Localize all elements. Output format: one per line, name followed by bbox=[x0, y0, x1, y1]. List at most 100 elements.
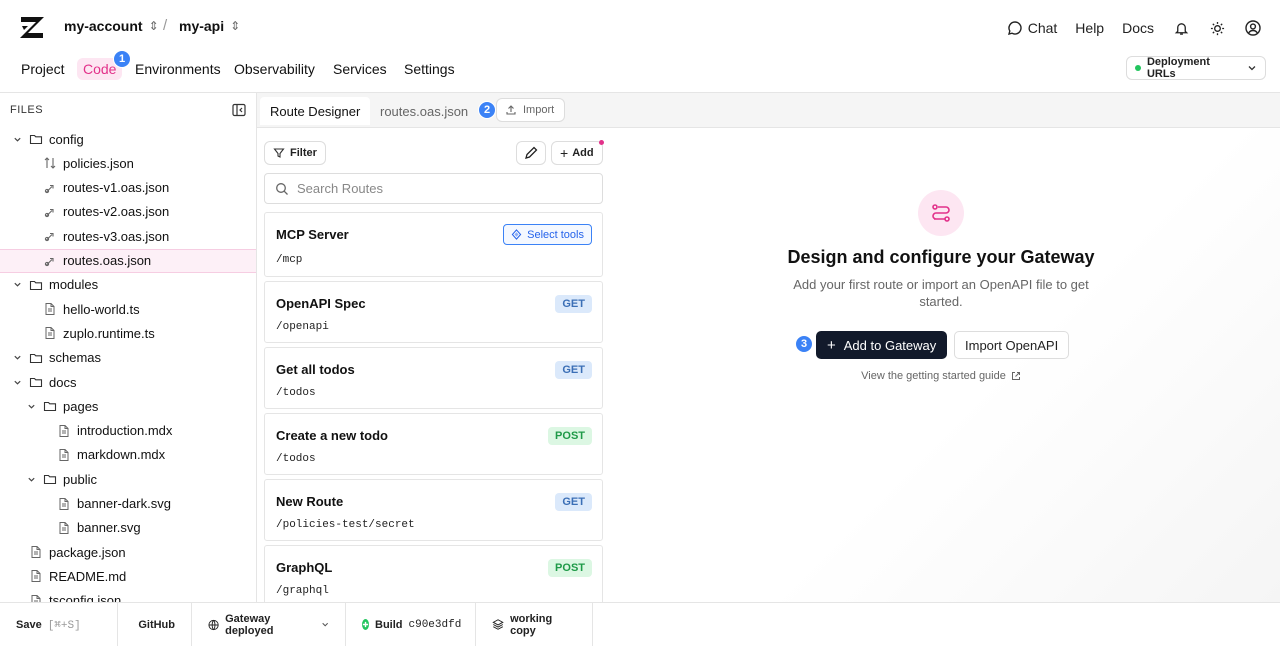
tree-item-label: banner.svg bbox=[77, 520, 141, 536]
method-badge: POST bbox=[548, 559, 592, 577]
api-switcher[interactable]: my-api ⇕ bbox=[179, 18, 240, 34]
tree-file[interactable]: tsconfig.json bbox=[0, 589, 256, 602]
tree-file[interactable]: hello-world.ts bbox=[0, 297, 256, 321]
tree-folder[interactable]: docs bbox=[0, 370, 256, 394]
tree-folder[interactable]: modules bbox=[0, 273, 256, 297]
zuplo-logo-icon[interactable] bbox=[18, 14, 48, 42]
policy-file-icon bbox=[43, 156, 57, 170]
account-switcher[interactable]: my-account ⇕ bbox=[64, 18, 159, 34]
tree-item-label: markdown.mdx bbox=[77, 447, 166, 463]
tree-item-label: package.json bbox=[49, 544, 126, 560]
chevron-down-icon[interactable] bbox=[11, 378, 23, 387]
working-copy-button[interactable]: working copy bbox=[476, 602, 593, 646]
gateway-status-label: Gateway deployed bbox=[225, 612, 274, 637]
select-tools-label: Select tools bbox=[527, 228, 584, 241]
tree-file[interactable]: banner-dark.svg bbox=[0, 492, 256, 516]
route-name: MCP Server bbox=[276, 227, 349, 242]
route-card[interactable]: OpenAPI Spec/openapi GET bbox=[264, 281, 603, 343]
deployment-urls-button[interactable]: Deployment URLs bbox=[1126, 56, 1266, 80]
bell-icon[interactable] bbox=[1172, 19, 1190, 37]
chevron-down-icon[interactable] bbox=[11, 353, 23, 362]
top-right-actions: Chat Help Docs bbox=[1007, 14, 1262, 42]
tree-file[interactable]: README.md bbox=[0, 564, 256, 588]
tab-settings[interactable]: Settings bbox=[398, 58, 461, 80]
tab-routes-oas-json[interactable]: routes.oas.json bbox=[370, 97, 478, 125]
globe-icon bbox=[208, 619, 219, 630]
method-badge: POST bbox=[548, 427, 592, 445]
route-card[interactable]: New Route/policies-test/secret GET bbox=[264, 479, 603, 541]
tab-environments[interactable]: Environments bbox=[129, 58, 227, 80]
tree-file[interactable]: markdown.mdx bbox=[0, 443, 256, 467]
add-to-gateway-button[interactable]: + Add to Gateway bbox=[816, 331, 948, 359]
import-button[interactable]: Import bbox=[496, 98, 566, 122]
route-card[interactable]: Create a new todo/todos POST bbox=[264, 413, 603, 475]
build-status[interactable]: Build c90e3dfd bbox=[346, 602, 476, 646]
chat-label: Chat bbox=[1027, 20, 1058, 36]
route-card[interactable]: GraphQL/graphql POST bbox=[264, 545, 603, 602]
tree-file[interactable]: introduction.mdx bbox=[0, 419, 256, 443]
build-label: Build bbox=[375, 618, 403, 631]
sidebar-collapse-icon[interactable] bbox=[232, 103, 246, 117]
chevron-updown-icon: ⇕ bbox=[148, 19, 159, 33]
route-name: GraphQL bbox=[276, 560, 333, 575]
chevron-down-icon[interactable] bbox=[11, 135, 23, 144]
layers-icon bbox=[492, 619, 504, 630]
route-card[interactable]: Get all todos/todos GET bbox=[264, 347, 603, 409]
chat-button[interactable]: Chat bbox=[1007, 20, 1058, 36]
route-card[interactable]: MCP Server/mcp Select tools bbox=[264, 212, 603, 277]
tree-item-label: hello-world.ts bbox=[63, 301, 140, 317]
user-avatar-icon[interactable] bbox=[1244, 19, 1262, 37]
tree-file[interactable]: banner.svg bbox=[0, 516, 256, 540]
tree-file[interactable]: routes-v3.oas.json bbox=[0, 224, 256, 248]
tab-project[interactable]: Project bbox=[15, 58, 71, 80]
chevron-down-icon bbox=[1248, 66, 1256, 71]
route-file-icon bbox=[43, 254, 57, 268]
sun-icon[interactable] bbox=[1208, 19, 1226, 37]
tab-services[interactable]: Services bbox=[327, 58, 393, 80]
file-icon bbox=[43, 302, 57, 316]
search-routes-input[interactable]: Search Routes bbox=[264, 173, 603, 204]
tree-file[interactable]: routes.oas.json bbox=[0, 248, 256, 273]
tools-icon bbox=[511, 229, 522, 240]
route-file-icon bbox=[43, 181, 57, 195]
plus-icon: + bbox=[827, 336, 836, 354]
tree-file[interactable]: policies.json bbox=[0, 151, 256, 175]
import-label: Import bbox=[523, 104, 555, 116]
filter-button[interactable]: Filter bbox=[264, 141, 326, 165]
select-tools-button[interactable]: Select tools bbox=[503, 224, 592, 245]
chevron-down-icon[interactable] bbox=[11, 280, 23, 289]
add-to-gateway-label: Add to Gateway bbox=[843, 337, 937, 353]
getting-started-link[interactable]: View the getting started guide bbox=[612, 370, 1270, 382]
getting-started-label: View the getting started guide bbox=[861, 370, 1006, 382]
tree-file[interactable]: routes-v1.oas.json bbox=[0, 176, 256, 200]
chevron-down-icon[interactable] bbox=[25, 475, 37, 484]
route-name: Create a new todo bbox=[276, 428, 388, 443]
tree-folder[interactable]: schemas bbox=[0, 346, 256, 370]
tree-file[interactable]: zuplo.runtime.ts bbox=[0, 321, 256, 345]
github-button[interactable]: GitHub bbox=[118, 602, 192, 646]
edit-button[interactable] bbox=[516, 141, 546, 165]
tab-route-designer[interactable]: Route Designer bbox=[260, 97, 371, 125]
working-copy-label: working copy bbox=[510, 612, 553, 637]
add-route-button[interactable]: + Add bbox=[551, 141, 603, 165]
save-button[interactable]: Save [⌘+S] bbox=[0, 602, 118, 646]
tree-folder[interactable]: config bbox=[0, 127, 256, 151]
gateway-status-dropdown[interactable]: Gateway deployed bbox=[192, 602, 346, 646]
tree-item-label: schemas bbox=[49, 350, 102, 366]
docs-link[interactable]: Docs bbox=[1122, 20, 1154, 36]
tree-file[interactable]: routes-v2.oas.json bbox=[0, 200, 256, 224]
help-link[interactable]: Help bbox=[1075, 20, 1104, 36]
account-name: my-account bbox=[64, 18, 143, 34]
editor-tab-bar: Route Designer routes.oas.json 2 Import bbox=[257, 93, 1280, 128]
tree-file[interactable]: package.json bbox=[0, 540, 256, 564]
tree-item-label: modules bbox=[49, 277, 99, 293]
empty-state-panel: Design and configure your Gateway Add yo… bbox=[612, 129, 1280, 602]
step-badge-3: 3 bbox=[795, 335, 813, 353]
tree-folder[interactable]: public bbox=[0, 467, 256, 491]
file-icon bbox=[29, 545, 43, 559]
route-file-icon bbox=[43, 229, 57, 243]
import-openapi-button[interactable]: Import OpenAPI bbox=[954, 331, 1070, 359]
tab-observability[interactable]: Observability bbox=[228, 58, 321, 80]
chevron-down-icon[interactable] bbox=[25, 402, 37, 411]
tree-folder[interactable]: pages bbox=[0, 394, 256, 418]
